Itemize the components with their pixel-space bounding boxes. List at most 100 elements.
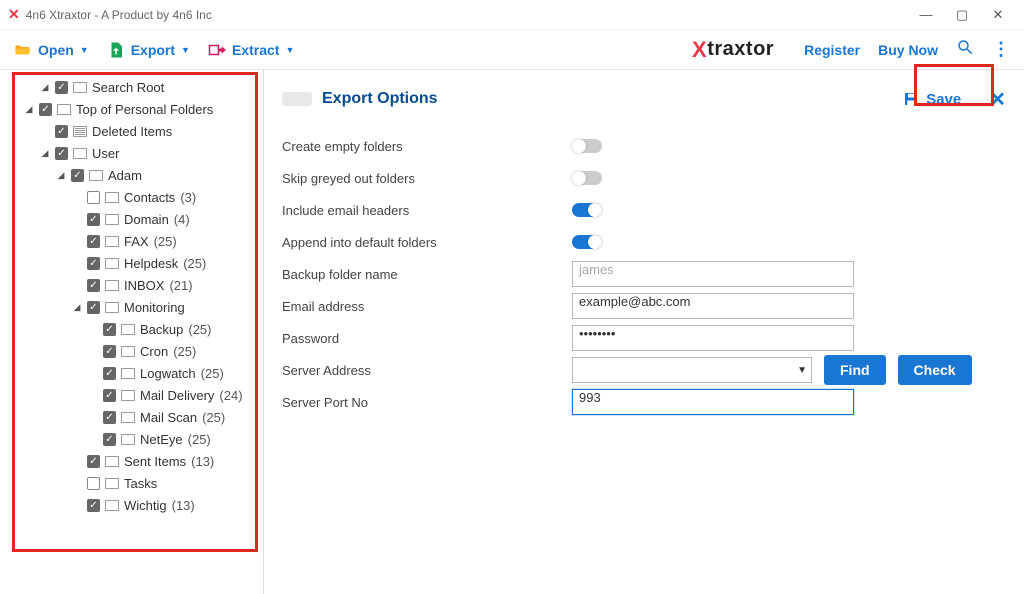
maximize-button[interactable]: ▢	[944, 7, 980, 23]
tree-label: Top of Personal Folders	[76, 102, 213, 117]
tree-node[interactable]: Tasks	[4, 472, 263, 494]
tree-node[interactable]: ✓INBOX (21)	[4, 274, 263, 296]
tree-checkbox[interactable]: ✓	[71, 169, 84, 182]
save-button[interactable]: Save	[894, 86, 969, 112]
tree-checkbox[interactable]: ✓	[103, 433, 116, 446]
tree-checkbox[interactable]: ✓	[87, 301, 100, 314]
opt-append-toggle[interactable]	[572, 235, 602, 249]
extract-menu-button[interactable]: Extract ▼	[208, 41, 294, 59]
port-input[interactable]: 993	[572, 389, 854, 415]
tree-checkbox[interactable]: ✓	[55, 81, 68, 94]
expand-icon[interactable]: ◢	[72, 302, 82, 313]
f-icon	[73, 82, 87, 93]
chevron-down-icon: ▼	[797, 365, 807, 376]
tree-node[interactable]: ◢✓Search Root	[4, 76, 263, 98]
tree-checkbox[interactable]	[87, 477, 100, 490]
tree-node[interactable]: ✓Mail Scan (25)	[4, 406, 263, 428]
tree-checkbox[interactable]: ✓	[39, 103, 52, 116]
tree-count: (25)	[183, 256, 206, 271]
save-icon	[902, 90, 920, 108]
tree-checkbox[interactable]: ✓	[87, 213, 100, 226]
tree-node[interactable]: ✓ Logwatch (25)	[4, 362, 263, 384]
email-label: Email address	[282, 299, 572, 314]
panel-close-button[interactable]: ✕	[989, 87, 1006, 112]
opt-skip-grey-toggle[interactable]	[572, 171, 602, 185]
opt-create-empty-toggle[interactable]	[572, 139, 602, 153]
tree-node[interactable]: ✓Mail Delivery (24)	[4, 384, 263, 406]
tree-node[interactable]: ◢ ✓ Adam	[4, 164, 263, 186]
opt-headers-toggle[interactable]	[572, 203, 602, 217]
open-menu-button[interactable]: Open ▼	[14, 41, 89, 59]
more-menu-icon[interactable]: ⋮	[992, 39, 1010, 60]
tree-checkbox[interactable]: ✓	[103, 367, 116, 380]
expand-icon[interactable]: ◢	[56, 170, 66, 181]
tree-node[interactable]: ✓Cron (25)	[4, 340, 263, 362]
chevron-down-icon: ▼	[285, 45, 294, 55]
tree-node[interactable]: ✓FAX (25)	[4, 230, 263, 252]
tree-node[interactable]: ✓Backup (25)	[4, 318, 263, 340]
expand-icon[interactable]: ◢	[40, 82, 50, 93]
tree-node[interactable]: ◢✓User	[4, 142, 263, 164]
tree-checkbox[interactable]: ✓	[55, 147, 68, 160]
tree-checkbox[interactable]: ✓	[103, 411, 116, 424]
find-button[interactable]: Find	[824, 355, 886, 385]
tree-node[interactable]: ✓Deleted Items	[4, 120, 263, 142]
expand-icon[interactable]: ◢	[40, 148, 50, 159]
opt-create-empty-label: Create empty folders	[282, 139, 572, 154]
f-icon	[121, 324, 135, 335]
buy-now-link[interactable]: Buy Now	[878, 42, 938, 58]
tree-label: FAX	[124, 234, 149, 249]
export-menu-button[interactable]: Export ▼	[107, 41, 190, 59]
backup-label: Backup folder name	[282, 267, 572, 282]
tree-checkbox[interactable]	[87, 191, 100, 204]
email-input[interactable]: example@abc.com	[572, 293, 854, 319]
f-icon	[105, 302, 119, 313]
tree-count: (25)	[201, 366, 224, 381]
tree-label: Monitoring	[124, 300, 185, 315]
tree-checkbox[interactable]: ✓	[87, 279, 100, 292]
folder-open-icon	[14, 41, 32, 59]
tree-checkbox[interactable]: ✓	[103, 323, 116, 336]
tree-node[interactable]: ✓ Domain (4)	[4, 208, 263, 230]
tree-count: (4)	[174, 212, 190, 227]
app-logo-icon: ✕	[8, 6, 20, 23]
tree-count: (25)	[173, 344, 196, 359]
tree-checkbox[interactable]: ✓	[103, 345, 116, 358]
tree-node[interactable]: ✓ Sent Items (13)	[4, 450, 263, 472]
tree-count: (13)	[172, 498, 195, 513]
tree-label: Adam	[108, 168, 142, 183]
tree-node[interactable]: ✓Helpdesk (25)	[4, 252, 263, 274]
f-icon	[105, 500, 119, 511]
tree-node[interactable]: Contacts (3)	[4, 186, 263, 208]
tree-label: Sent Items	[124, 454, 186, 469]
server-combo[interactable]: ▼	[572, 357, 812, 383]
save-label: Save	[926, 91, 961, 108]
tree-count: (13)	[191, 454, 214, 469]
extract-icon	[208, 41, 226, 59]
backup-input[interactable]: james	[572, 261, 854, 287]
tree-checkbox[interactable]: ✓	[55, 125, 68, 138]
tree-label: Domain	[124, 212, 169, 227]
tree-checkbox[interactable]: ✓	[103, 389, 116, 402]
tree-checkbox[interactable]: ✓	[87, 257, 100, 270]
search-icon[interactable]	[956, 38, 974, 61]
tree-node[interactable]: ✓NetEye (25)	[4, 428, 263, 450]
tree-node[interactable]: ◢ ✓ Monitoring	[4, 296, 263, 318]
minimize-button[interactable]: —	[908, 7, 944, 22]
tree-checkbox[interactable]: ✓	[87, 235, 100, 248]
tree-checkbox[interactable]: ✓	[87, 499, 100, 512]
trash-icon	[73, 126, 87, 137]
check-button[interactable]: Check	[898, 355, 972, 385]
f-icon	[57, 104, 71, 115]
expand-icon[interactable]: ◢	[24, 104, 34, 115]
tree-node[interactable]: ◢ ✓ Top of Personal Folders	[4, 98, 263, 120]
password-input[interactable]: ••••••••	[572, 325, 854, 351]
extract-label: Extract	[232, 42, 279, 58]
f-icon	[89, 170, 103, 181]
close-window-button[interactable]: ✕	[980, 7, 1016, 23]
tree-count: (24)	[219, 388, 242, 403]
tree-node[interactable]: ✓Wichtig (13)	[4, 494, 263, 516]
tree-label: Logwatch	[140, 366, 196, 381]
register-link[interactable]: Register	[804, 42, 860, 58]
tree-checkbox[interactable]: ✓	[87, 455, 100, 468]
